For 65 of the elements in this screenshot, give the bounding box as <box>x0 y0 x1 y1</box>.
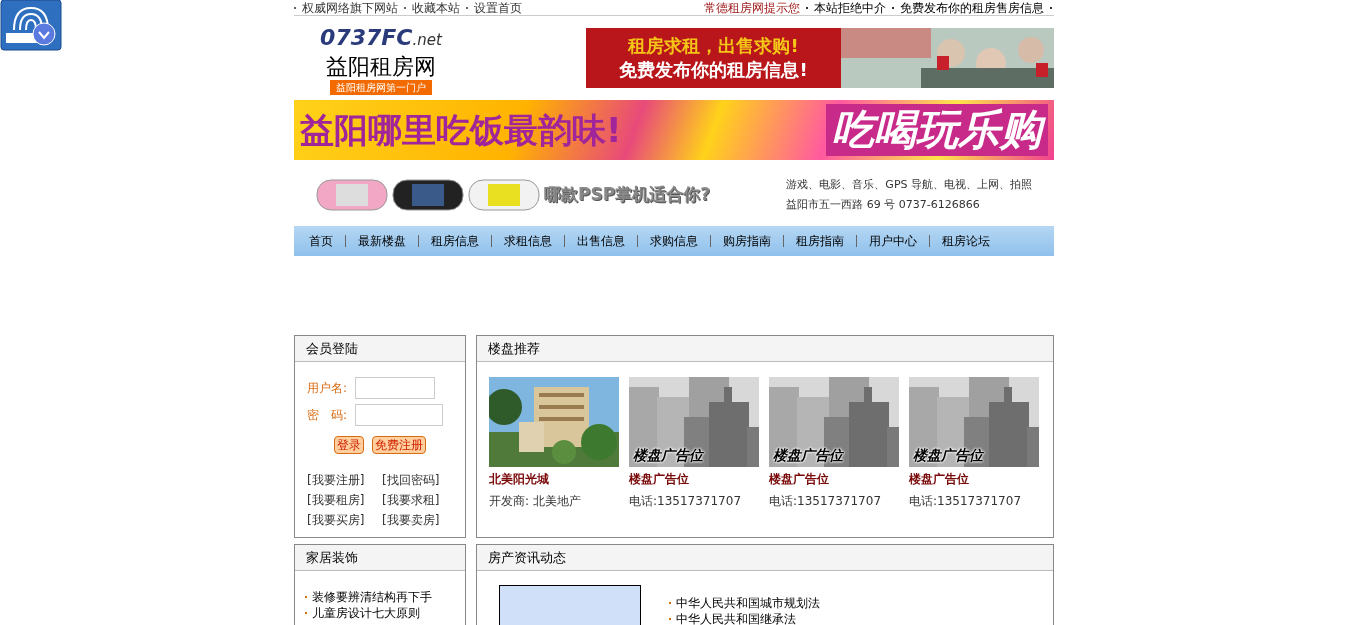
news-link[interactable]: 中华人民共和国城市规划法 <box>676 595 820 611</box>
username-field[interactable] <box>355 377 436 399</box>
register-button[interactable]: 免费注册 <box>372 436 426 454</box>
field-label: 用户名: <box>307 380 348 397</box>
nav-link[interactable]: 租房论坛 <box>936 232 996 250</box>
panel-title: 房产资讯动态 <box>488 548 566 567</box>
nav-link[interactable]: 用户中心 <box>863 232 923 250</box>
banner-headline: 益阳哪里吃饭最韵味! <box>300 108 622 152</box>
article-link[interactable]: 装修要辨清结构再下手 <box>312 589 432 605</box>
password-field[interactable] <box>355 404 444 426</box>
overlay-label: 楼盘广告位 <box>773 446 843 465</box>
account-link[interactable]: [我要卖房] <box>382 510 453 530</box>
fingerprint-app-icon[interactable] <box>0 0 62 51</box>
property-name[interactable]: 北美阳光城 <box>489 471 619 487</box>
banner-line: 免费发布你的租房信息! <box>619 58 808 82</box>
banner-line: 租房求租，出售求购! <box>628 34 799 58</box>
address-text: 益阳市五一西路 69 号 0737-6126866 <box>786 197 981 213</box>
game-console-icon <box>468 179 540 211</box>
restaurant-banner[interactable]: 益阳哪里吃饭最韵味! 吃喝玩乐购 <box>294 100 1054 160</box>
nav-link[interactable]: 首页 <box>303 232 339 250</box>
notice-item: 免费发布你的租房售房信息 <box>900 0 1044 17</box>
nav-link[interactable]: 租房信息 <box>425 232 485 250</box>
banner-headline: 哪款PSP掌机适合你? <box>544 183 711 207</box>
top-link[interactable]: 设置首页 <box>474 0 522 17</box>
account-link[interactable]: [我要求租] <box>382 490 453 510</box>
property-name[interactable]: 楼盘广告位 <box>769 471 899 487</box>
property-name[interactable]: 楼盘广告位 <box>629 471 759 487</box>
nav-link[interactable]: 出售信息 <box>571 232 631 250</box>
rental-banner[interactable]: 租房求租，出售求购! 免费发布你的租房信息! <box>586 28 1054 88</box>
property-name[interactable]: 楼盘广告位 <box>909 471 1039 487</box>
top-link[interactable]: 权威网络旗下网站 <box>302 0 398 17</box>
logo-domain: 0737FC <box>320 24 413 52</box>
account-link[interactable]: [我要注册] <box>307 470 378 490</box>
game-console-icon <box>316 179 388 211</box>
nav-link[interactable]: 求购信息 <box>644 232 704 250</box>
overlay-label: 楼盘广告位 <box>913 446 983 465</box>
psp-banner[interactable]: 哪款PSP掌机适合你? 游戏、电影、音乐、GPS 导航、电视、上网、拍照 益阳市五一西路 69 号 0737-6126866 <box>294 165 1054 225</box>
notice-text: 常德租房网提示您 <box>704 0 800 17</box>
news-link[interactable]: 中华人民共和国继承法 <box>676 611 796 625</box>
property-detail: 开发商: 北美地产 <box>489 493 582 510</box>
account-link[interactable]: [我要租房] <box>307 490 378 510</box>
nav-link[interactable]: 租房指南 <box>790 232 850 250</box>
panel-title: 家居装饰 <box>306 548 358 567</box>
logo-slogan: 益阳租房网第一门户 <box>330 80 432 95</box>
banner-tagline: 吃喝玩乐购 <box>826 104 1048 156</box>
game-console-icon <box>392 179 464 211</box>
logo-suffix: .net <box>412 30 442 51</box>
property-detail: 电话:13517371707 <box>629 493 743 510</box>
nav-link[interactable]: 求租信息 <box>498 232 558 250</box>
overlay-label: 楼盘广告位 <box>633 446 703 465</box>
property-detail: 电话:13517371707 <box>909 493 1023 510</box>
notice-item: 本站拒绝中介 <box>814 0 886 17</box>
article-link[interactable]: 儿童房设计七大原则 <box>312 605 420 621</box>
nav-link[interactable]: 最新楼盘 <box>352 232 412 250</box>
account-link[interactable]: [找回密码] <box>382 470 453 490</box>
feature-text: 游戏、电影、音乐、GPS 导航、电视、上网、拍照 <box>786 177 1032 193</box>
logo-name: 益阳租房网 <box>326 54 436 80</box>
panel-title: 会员登陆 <box>306 339 358 358</box>
nav-link[interactable]: 购房指南 <box>717 232 777 250</box>
account-link[interactable]: [我要买房] <box>307 510 378 530</box>
top-link[interactable]: 收藏本站 <box>412 0 460 17</box>
field-label: 密 码: <box>307 407 348 424</box>
login-button[interactable]: 登录 <box>334 436 364 454</box>
property-detail: 电话:13517371707 <box>769 493 883 510</box>
panel-title: 楼盘推荐 <box>488 339 540 358</box>
